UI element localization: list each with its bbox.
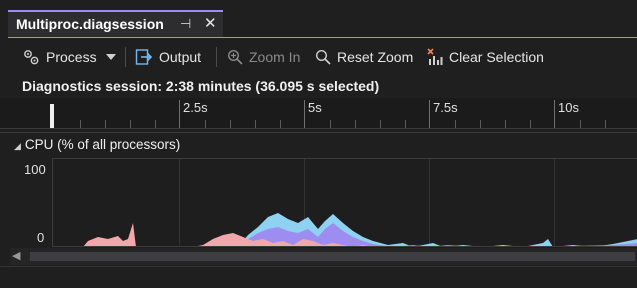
ruler-minor-tick (105, 120, 106, 128)
ruler-minor-tick (580, 120, 581, 128)
ruler-minor-tick (355, 120, 356, 128)
scroll-left-icon[interactable]: ◀ (12, 249, 20, 262)
ruler-minor-tick (380, 120, 381, 128)
cpu-section-header[interactable]: ◢ CPU (% of all processors) (14, 137, 180, 152)
reset-zoom-label: Reset Zoom (337, 49, 414, 65)
ruler-minor-tick (455, 120, 456, 128)
y-axis-min-label: 0 (37, 230, 45, 245)
ruler-minor-tick (230, 120, 231, 128)
ruler-minor-tick (130, 120, 131, 128)
bottom-panel (0, 266, 637, 288)
ruler-tick-label: 2.5s (183, 100, 208, 115)
process-dropdown[interactable]: Process (22, 47, 117, 67)
ruler-major-tick (429, 100, 430, 128)
process-label: Process (46, 49, 97, 65)
ruler-minor-tick (255, 120, 256, 128)
zoom-in-button[interactable]: Zoom In (227, 47, 300, 67)
chevron-down-icon (105, 54, 116, 60)
cpu-usage-chart (53, 213, 637, 247)
toolbar: Process Output Zoom In Reset Zoom Clear … (0, 38, 637, 73)
horizontal-scrollbar[interactable]: ◀ (10, 248, 637, 265)
document-tab[interactable]: Multiproc.diagsession ⊣ ✕ (8, 10, 223, 37)
document-tab-strip: Multiproc.diagsession ⊣ ✕ (0, 0, 637, 38)
clear-selection-label: Clear Selection (449, 49, 544, 65)
reset-zoom-button[interactable]: Reset Zoom (315, 47, 413, 67)
cpu-graph[interactable] (52, 158, 637, 247)
ruler-major-tick (554, 100, 555, 128)
ruler-minor-tick (155, 120, 156, 128)
ruler-minor-tick (605, 120, 606, 128)
ruler-major-tick (179, 100, 180, 128)
collapse-triangle-icon[interactable]: ◢ (14, 141, 21, 151)
y-axis-max-label: 100 (24, 162, 46, 177)
magnifier-icon (315, 49, 331, 65)
cpu-title: CPU (% of all processors) (24, 137, 181, 152)
zoom-in-label: Zoom In (249, 49, 301, 65)
ruler-tick-label: 7.5s (433, 100, 458, 115)
zoom-in-icon (227, 49, 243, 65)
ruler-minor-tick (330, 120, 331, 128)
pin-icon[interactable]: ⊣ (180, 16, 191, 32)
ruler-minor-tick (505, 120, 506, 128)
clear-selection-icon (427, 48, 443, 65)
output-label: Output (159, 49, 202, 65)
ruler-minor-tick (405, 120, 406, 128)
tab-title: Multiproc.diagsession (16, 16, 164, 32)
scrollbar-thumb[interactable] (30, 252, 635, 261)
ruler-minor-tick (530, 120, 531, 128)
selection-start-marker[interactable] (50, 104, 54, 128)
output-button[interactable]: Output (135, 47, 201, 67)
toolbar-separator (216, 47, 217, 67)
gear-icon (24, 50, 39, 65)
clear-selection-button[interactable]: Clear Selection (427, 47, 544, 67)
ruler-tick-label: 5s (308, 100, 322, 115)
ruler-minor-tick (205, 120, 206, 128)
ruler-minor-tick (280, 120, 281, 128)
section-divider (0, 132, 637, 133)
session-summary: Diagnostics session: 2:38 minutes (36.09… (22, 78, 380, 94)
close-icon[interactable]: ✕ (204, 14, 217, 32)
toolbar-separator (125, 47, 126, 67)
ruler-minor-tick (480, 120, 481, 128)
ruler-tick-label: 10s (558, 100, 579, 115)
ruler-minor-tick (80, 120, 81, 128)
output-icon (135, 49, 153, 65)
ruler-major-tick (304, 100, 305, 128)
